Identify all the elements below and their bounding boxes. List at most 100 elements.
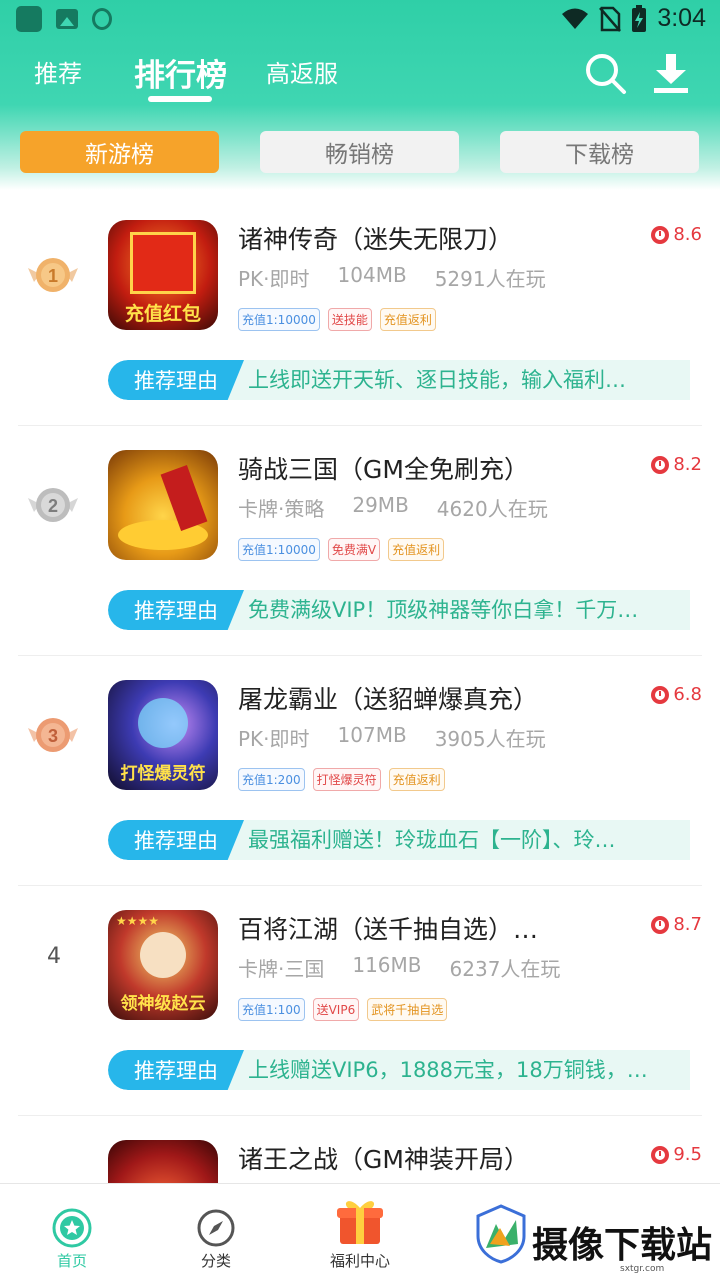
game-icon: 充值红包 — [108, 220, 218, 330]
game-players: 4620人在玩 — [436, 497, 548, 521]
search-icon[interactable] — [582, 50, 628, 96]
gift-icon — [337, 1201, 383, 1244]
game-tags: 充值1:10000 免费满V 充值返利 — [238, 538, 445, 561]
status-bar: 3:04 — [0, 0, 720, 40]
game-size: 116MB — [352, 953, 422, 977]
top-nav: 推荐 排行榜 高返服 — [0, 46, 720, 106]
tag: 充值1:10000 — [238, 538, 320, 561]
tab-indicator — [148, 96, 212, 102]
tab-recommend[interactable]: 推荐 — [34, 54, 82, 89]
game-players: 5291人在玩 — [434, 267, 546, 291]
reason-text: 上线赠送VIP6，1888元宝，18万铜钱，… — [248, 1058, 648, 1082]
game-name: 骑战三国（GM全免刷充） — [238, 455, 529, 484]
silver-medal-icon: 2 — [28, 488, 78, 522]
compass-icon — [197, 1209, 235, 1247]
tag: 送技能 — [327, 308, 372, 331]
game-genre: 卡牌·策略 — [238, 497, 325, 521]
home-star-icon — [52, 1208, 92, 1248]
nav-category-label: 分类 — [200, 1252, 231, 1270]
game-players: 3905人在玩 — [434, 727, 546, 751]
game-genre: 卡牌·三国 — [238, 957, 325, 981]
game-genre: PK·即时 — [238, 267, 310, 291]
game-icon — [108, 450, 218, 560]
tag: 充值返利 — [388, 538, 445, 561]
subtab-new-games[interactable]: 新游榜 — [20, 131, 219, 173]
rating-icon — [651, 685, 670, 704]
tag: 充值1:100 — [238, 998, 305, 1021]
game-score: 8.6 — [651, 224, 702, 245]
game-card[interactable]: 2 骑战三国（GM全免刷充） 8.2 卡牌·策略 29MB 4620人在玩 充值… — [0, 426, 720, 656]
download-icon[interactable] — [648, 50, 694, 96]
tag: 充值返利 — [379, 308, 436, 331]
subtab-bestselling[interactable]: 畅销榜 — [260, 131, 459, 173]
rank-number: 1 — [48, 266, 58, 286]
tag: 充值1:10000 — [238, 308, 320, 331]
game-card[interactable]: 1 充值红包 诸神传奇（迷失无限刀） 8.6 PK·即时 104MB 5291人… — [0, 196, 720, 426]
game-icon — [108, 1140, 218, 1183]
rating-icon — [651, 1145, 670, 1164]
recommend-reason: 推荐理由 最强福利赠送！玲珑血石【一阶】、玲… — [108, 820, 690, 860]
watermark-logo-icon — [476, 1204, 526, 1264]
tab-high-rebate[interactable]: 高返服 — [266, 54, 338, 89]
game-tags: 充值1:200 打怪爆灵符 充值返利 — [238, 768, 445, 791]
game-tags: 充值1:100 送VIP6 武将千抽自选 — [238, 998, 448, 1021]
tag: 充值返利 — [388, 768, 445, 791]
reason-label: 推荐理由 — [108, 590, 244, 630]
image-notification-icon — [56, 9, 78, 29]
game-meta: 卡牌·策略 29MB 4620人在玩 — [238, 493, 548, 522]
nav-welfare-label: 福利中心 — [329, 1252, 390, 1270]
no-sim-icon — [599, 6, 622, 32]
rank-number: 2 — [48, 496, 58, 516]
rating-icon — [651, 225, 670, 244]
reason-text: 最强福利赠送！玲珑血石【一阶】、玲… — [248, 828, 616, 852]
rank-number: 3 — [48, 726, 58, 746]
reason-text: 上线即送开天斩、逐日技能，输入福利… — [248, 368, 626, 392]
nav-home[interactable]: 首页 — [22, 1184, 122, 1280]
game-size: 104MB — [337, 263, 407, 287]
reason-text: 免费满级VIP！顶级神器等你白拿！千万… — [248, 598, 639, 622]
app-notification-icon — [16, 6, 42, 32]
game-meta: PK·即时 107MB 3905人在玩 — [238, 723, 546, 752]
game-score: 8.2 — [651, 454, 702, 475]
subtab-downloads[interactable]: 下载榜 — [500, 131, 699, 173]
game-card[interactable]: 4 ★★★★ 领神级赵云 百将江湖（送千抽自选）… 8.7 卡牌·三国 116M… — [0, 886, 720, 1116]
game-card[interactable]: 3 打怪爆灵符 屠龙霸业（送貂蝉爆真充） 6.8 PK·即时 107MB 390… — [0, 656, 720, 886]
bronze-medal-icon: 3 — [28, 718, 78, 752]
recommend-reason: 推荐理由 上线即送开天斩、逐日技能，输入福利… — [108, 360, 690, 400]
reason-label: 推荐理由 — [108, 1050, 244, 1090]
wifi-icon — [562, 8, 589, 29]
game-name: 诸王之战（GM神装开局） — [238, 1145, 529, 1174]
game-name: 百将江湖（送千抽自选）… — [238, 915, 539, 944]
game-score: 9.5 — [651, 1144, 702, 1165]
shield-icon — [92, 8, 112, 30]
game-players: 6237人在玩 — [449, 957, 561, 981]
game-meta: 卡牌·三国 116MB 6237人在玩 — [238, 953, 560, 982]
game-icon: ★★★★ 领神级赵云 — [108, 910, 218, 1020]
clock-time: 3:04 — [657, 4, 706, 32]
reason-label: 推荐理由 — [108, 360, 244, 400]
nav-category[interactable]: 分类 — [166, 1184, 266, 1280]
game-genre: PK·即时 — [238, 727, 310, 751]
game-card[interactable]: 诸王之战（GM神装开局） 9.5 — [0, 1116, 720, 1183]
rank-number: 4 — [47, 944, 61, 969]
tab-ranking[interactable]: 排行榜 — [134, 50, 227, 95]
tag: 充值1:200 — [238, 768, 305, 791]
nav-welfare[interactable]: 福利中心 — [310, 1184, 410, 1280]
reason-label: 推荐理由 — [108, 820, 244, 860]
game-name: 诸神传奇（迷失无限刀） — [238, 225, 514, 254]
tag: 打怪爆灵符 — [312, 768, 381, 791]
watermark-text: 摄像下载站 — [532, 1225, 713, 1266]
watermark: 摄像下载站 sxtgr.com — [470, 1186, 720, 1280]
game-icon: 打怪爆灵符 — [108, 680, 218, 790]
gold-medal-icon: 1 — [28, 258, 78, 292]
battery-icon — [632, 4, 647, 32]
sub-tabs: 新游榜 畅销榜 下载榜 — [0, 131, 720, 173]
watermark-url: sxtgr.com — [620, 1264, 665, 1274]
tag: 免费满V — [327, 538, 381, 561]
game-meta: PK·即时 104MB 5291人在玩 — [238, 263, 546, 292]
rating-icon — [651, 915, 670, 934]
game-size: 107MB — [337, 723, 407, 747]
recommend-reason: 推荐理由 上线赠送VIP6，1888元宝，18万铜钱，… — [108, 1050, 690, 1090]
nav-home-label: 首页 — [56, 1252, 87, 1270]
game-size: 29MB — [352, 493, 409, 517]
